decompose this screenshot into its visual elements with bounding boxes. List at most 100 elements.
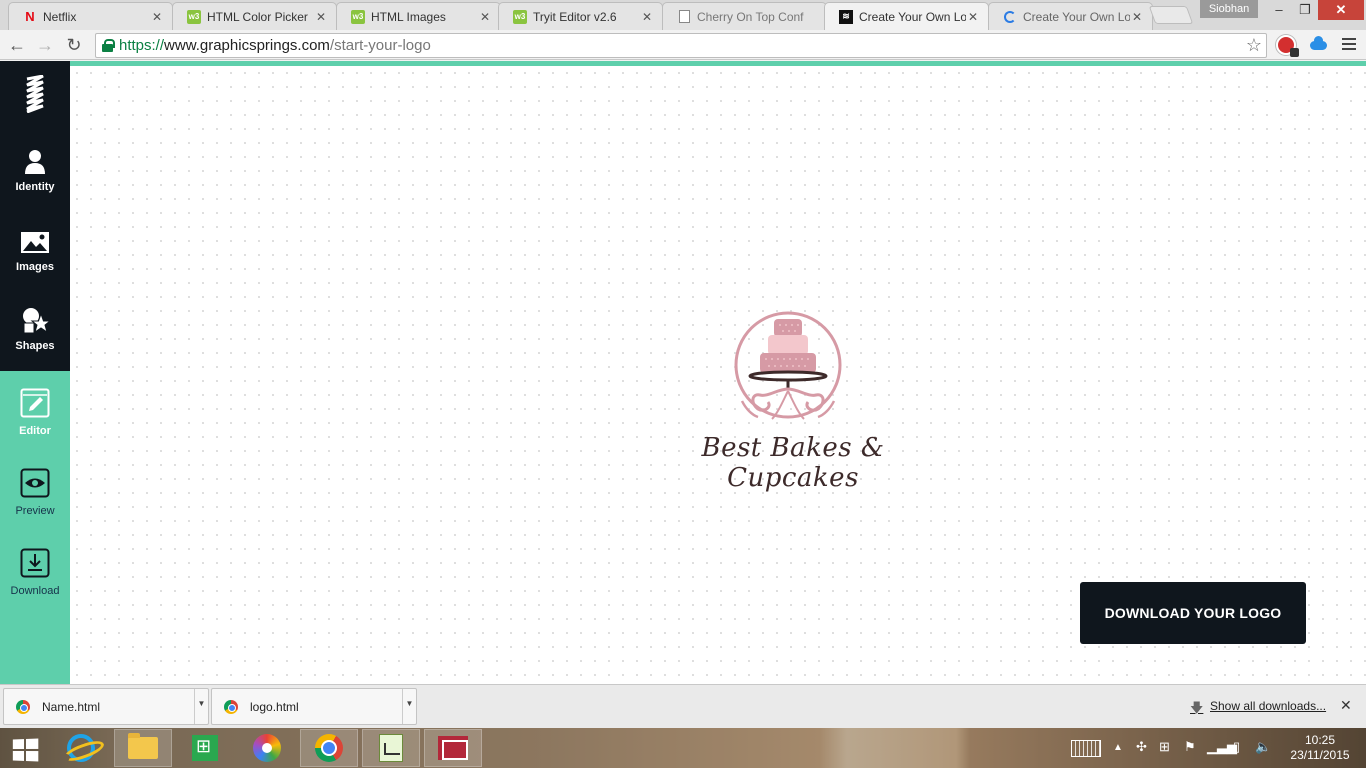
w3schools-icon: w3 [187,9,201,24]
tab-title: HTML Images [371,9,446,24]
bookmark-star-icon[interactable]: ☆ [1246,34,1262,57]
tab-title: HTML Color Picker [207,9,308,24]
tab-title: Create Your Own Lo [859,9,966,24]
taskbar-picasa[interactable] [238,729,296,767]
battery-icon[interactable]: ▯ [1233,739,1240,755]
picasa-icon [253,734,281,762]
logo-preview[interactable]: Best Bakes & Cupcakes [648,305,938,493]
url-scheme: https:// [119,37,165,54]
close-icon[interactable]: ✕ [966,10,980,24]
sidebar-top-section: Identity Images Shapes [0,61,70,371]
tab-title: Create Your Own Lo [1023,9,1130,24]
clock-time: 10:25 [1304,733,1336,747]
close-icon[interactable]: ✕ [478,10,492,24]
sidebar-item-identity[interactable]: Identity [0,141,70,213]
netflix-icon: N [25,9,35,24]
close-icon[interactable]: ✕ [1130,10,1144,24]
download-item[interactable]: logo.html ▼ [211,688,417,725]
windows-taskbar: ▲ ✣ ⊞ ⚑ ▁▃▅ ▯ 🔈 10:25 23/11/2015 [0,728,1366,768]
download-arrow-icon: 🡇 [1190,700,1204,715]
forward-arrow-icon[interactable]: → [34,34,56,56]
flag-icon[interactable]: ⚑ [1184,739,1196,755]
tab-html-color-picker[interactable]: w3 HTML Color Picker ✕ [172,2,337,30]
reload-icon[interactable]: ↻ [63,34,85,56]
tab-title: Netflix [43,9,77,24]
notepad-icon [379,734,403,762]
sidebar-item-label: Images [16,261,54,273]
file-explorer-icon [128,733,158,759]
sidebar-item-label: Editor [19,425,51,437]
tab-create-your-own-logo[interactable]: ≋ Create Your Own Lo ✕ [824,2,989,30]
chrome-icon [224,699,238,714]
show-all-downloads-label: Show all downloads... [1210,699,1327,713]
download-icon [20,548,50,578]
tab-create-your-own-logo-loading[interactable]: Create Your Own Lo ✕ [988,2,1153,30]
store-icon [192,735,218,761]
touch-keyboard-icon[interactable] [1071,740,1101,757]
chrome-icon [16,699,30,714]
tab-title: Tryit Editor v2.6 [533,9,617,24]
sidebar-item-label: Identity [15,181,55,193]
windows-logo-icon [12,738,39,762]
url-host: www.graphicsprings.com [164,37,330,54]
taskbar-store[interactable] [176,729,234,767]
browser-toolbar: ← → ↻ https://www.graphicsprings.com/sta… [0,30,1366,60]
graphicsprings-logo-icon[interactable] [26,75,44,113]
chrome-icon [315,734,343,762]
adblock-extension-icon[interactable] [1276,35,1299,57]
close-icon[interactable]: ✕ [1340,697,1352,714]
sidebar-item-label: Shapes [15,340,55,352]
minimize-button[interactable]: ‒ [1266,0,1292,20]
shapes-icon [23,308,50,334]
tab-tryit-editor[interactable]: w3 Tryit Editor v2.6 ✕ [498,2,663,30]
close-icon[interactable]: ✕ [640,10,654,24]
maximize-button[interactable]: ❐ [1292,0,1318,20]
download-file-name: logo.html [250,699,299,714]
volume-icon[interactable]: 🔈 [1255,739,1271,755]
sidebar-item-shapes[interactable]: Shapes [0,301,70,373]
address-bar[interactable]: https://www.graphicsprings.com/start-you… [95,33,1267,58]
chrome-menu-icon[interactable] [1342,38,1356,52]
sidebar-item-preview[interactable]: Preview [0,465,70,537]
start-button[interactable] [0,729,50,767]
chevron-up-icon[interactable]: ▲ [1113,742,1123,753]
tab-html-images[interactable]: w3 HTML Images ✕ [336,2,501,30]
taskbar-internet-explorer[interactable] [52,729,110,767]
pencil-icon [20,388,50,418]
sync-icon[interactable]: ✣ [1136,739,1147,755]
clock[interactable]: 10:25 23/11/2015 [1284,733,1356,763]
eye-icon [20,468,50,498]
close-icon[interactable]: ✕ [150,10,164,24]
back-arrow-icon[interactable]: ← [6,34,28,56]
internet-explorer-icon [67,734,95,762]
profile-button[interactable]: Siobhan [1200,0,1258,18]
sidebar-item-label: Preview [15,505,55,517]
taskbar-notepad[interactable] [362,729,420,767]
sidebar-item-label: Download [10,585,60,597]
w3schools-icon: w3 [513,9,527,24]
tab-cherry-on-top[interactable]: Cherry On Top Conf [662,2,827,30]
clock-date: 23/11/2015 [1290,748,1350,762]
sidebar-item-editor[interactable]: Editor [0,385,70,457]
sidebar-item-download[interactable]: Download [0,545,70,617]
close-icon[interactable]: ✕ [314,10,328,24]
taskbar-news[interactable] [424,729,482,767]
chevron-down-icon[interactable]: ▼ [402,689,416,724]
window-close-button[interactable]: ✕ [1318,0,1364,20]
download-your-logo-button[interactable]: DOWNLOAD YOUR LOGO [1080,582,1306,644]
document-icon [677,10,691,24]
taskbar-file-explorer[interactable] [114,729,172,767]
logo-text[interactable]: Best Bakes & Cupcakes [648,433,938,493]
chevron-down-icon[interactable]: ▼ [194,689,208,724]
taskbar-chrome[interactable] [300,729,358,767]
graphicsprings-icon: ≋ [839,9,853,24]
sidebar-item-images[interactable]: Images [0,221,70,293]
cloud-extension-icon[interactable] [1308,35,1328,55]
show-all-downloads-link[interactable]: 🡇 Show all downloads... [1190,699,1327,715]
new-tab-button[interactable] [1148,6,1194,24]
windows-small-icon[interactable]: ⊞ [1159,739,1170,755]
download-item[interactable]: Name.html ▼ [3,688,209,725]
lock-icon [102,39,115,52]
tab-netflix[interactable]: N Netflix ✕ [8,2,173,30]
url-path: /start-your-logo [329,37,431,54]
